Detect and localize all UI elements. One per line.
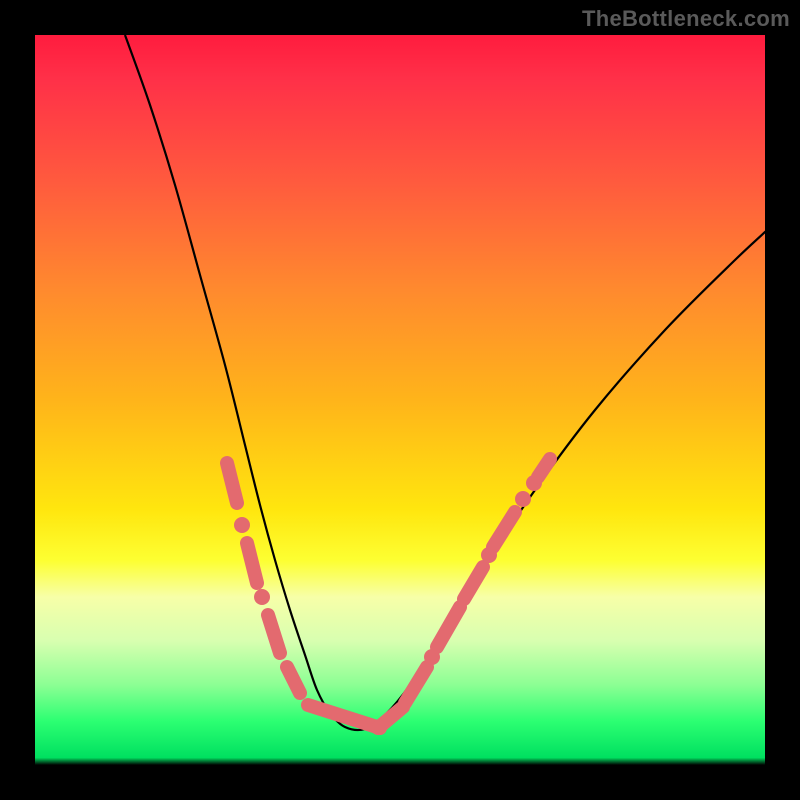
background-gradient bbox=[35, 35, 765, 765]
plot-frame bbox=[35, 35, 765, 765]
watermark-text: TheBottleneck.com bbox=[582, 6, 790, 32]
